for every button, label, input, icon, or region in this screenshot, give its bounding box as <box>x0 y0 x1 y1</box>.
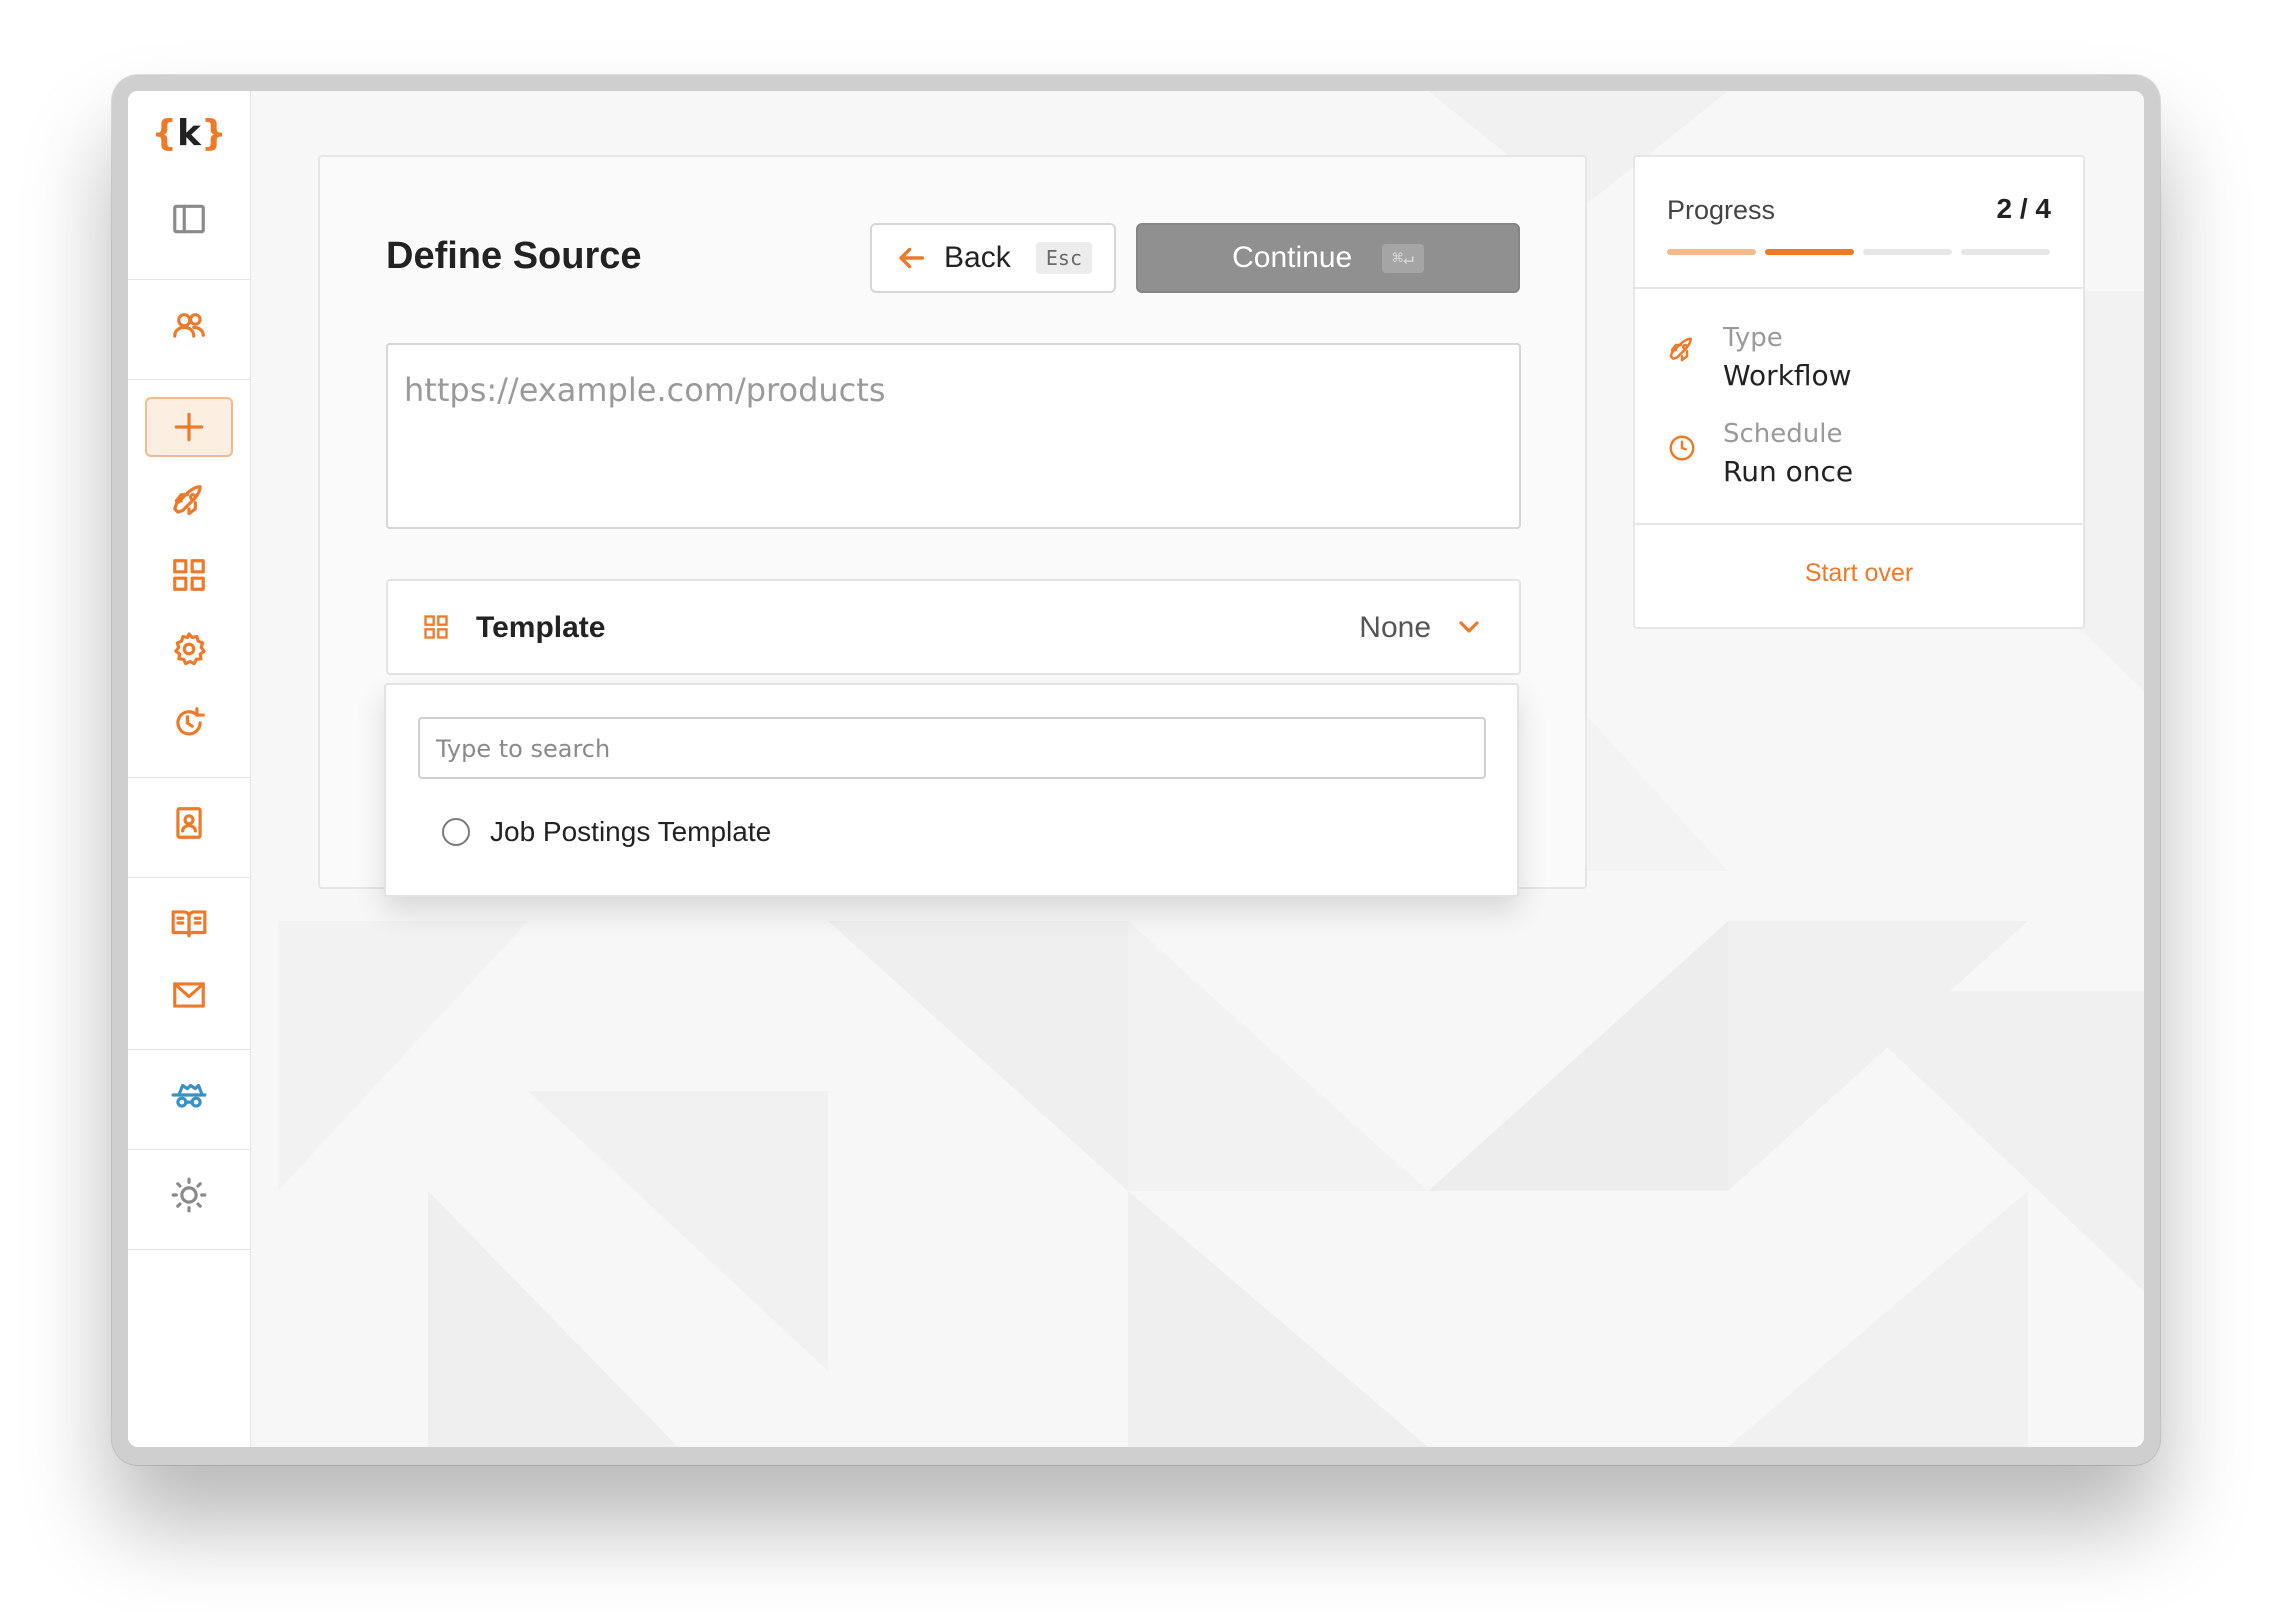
panel-toggle-icon[interactable] <box>145 189 233 249</box>
app-screen: {k} Define Source Back Esc Continue ⌘↵ h… <box>128 91 2144 1447</box>
continue-button-label: Continue <box>1232 241 1353 274</box>
progress-step-3 <box>1863 249 1952 255</box>
progress-panel: Progress 2 / 4 Type Workflow Schedule Ru… <box>1633 155 2085 629</box>
mail-icon[interactable] <box>145 965 233 1025</box>
schedule-value: Run once <box>1723 455 1854 488</box>
clock-icon <box>1667 433 1697 468</box>
schedule-label: Schedule <box>1723 419 1843 449</box>
spy-icon[interactable] <box>145 1065 233 1125</box>
grid-icon[interactable] <box>145 545 233 605</box>
back-shortcut-badge: Esc <box>1035 242 1092 274</box>
rocket-icon[interactable] <box>145 471 233 531</box>
radio-button[interactable] <box>442 818 470 846</box>
back-button-label: Back <box>944 241 1011 274</box>
start-over-link[interactable]: Start over <box>1635 559 2083 588</box>
arrow-left-icon <box>899 247 925 269</box>
sidebar: {k} <box>128 91 251 1447</box>
template-option[interactable]: Job Postings Template <box>442 807 771 857</box>
progress-step-2 <box>1765 249 1854 255</box>
type-label: Type <box>1723 323 1783 353</box>
progress-step-4 <box>1961 249 2050 255</box>
chevron-down-icon <box>1453 611 1485 648</box>
plus-icon[interactable] <box>145 397 233 457</box>
url-input[interactable]: https://example.com/products <box>386 343 1521 529</box>
template-label: Template <box>476 611 606 644</box>
template-value: None <box>1359 611 1431 644</box>
page-title: Define Source <box>386 235 642 277</box>
progress-count: 2 / 4 <box>1996 193 2051 224</box>
continue-shortcut-badge: ⌘↵ <box>1382 243 1424 273</box>
progress-step-1 <box>1667 249 1756 255</box>
type-value: Workflow <box>1723 359 1852 392</box>
grid-icon <box>422 613 450 646</box>
template-search-input[interactable]: Type to search <box>418 717 1486 779</box>
progress-title: Progress <box>1667 195 1776 225</box>
app-logo[interactable]: {k} <box>128 113 250 154</box>
template-option-label: Job Postings Template <box>490 816 772 847</box>
back-button[interactable]: Back Esc <box>870 223 1116 293</box>
progress-steps <box>1667 249 2050 255</box>
book-icon[interactable] <box>145 893 233 953</box>
continue-button[interactable]: Continue ⌘↵ <box>1136 223 1520 293</box>
refresh-clock-icon[interactable] <box>145 693 233 753</box>
sun-icon[interactable] <box>145 1165 233 1225</box>
app-window: {k} Define Source Back Esc Continue ⌘↵ h… <box>112 75 2160 1465</box>
users-icon[interactable] <box>145 295 233 355</box>
template-select[interactable]: Template None <box>386 579 1521 675</box>
gear-icon[interactable] <box>145 619 233 679</box>
template-dropdown: Type to search Job Postings Template <box>384 683 1519 897</box>
contact-card-icon[interactable] <box>145 793 233 853</box>
rocket-icon <box>1667 335 1697 370</box>
